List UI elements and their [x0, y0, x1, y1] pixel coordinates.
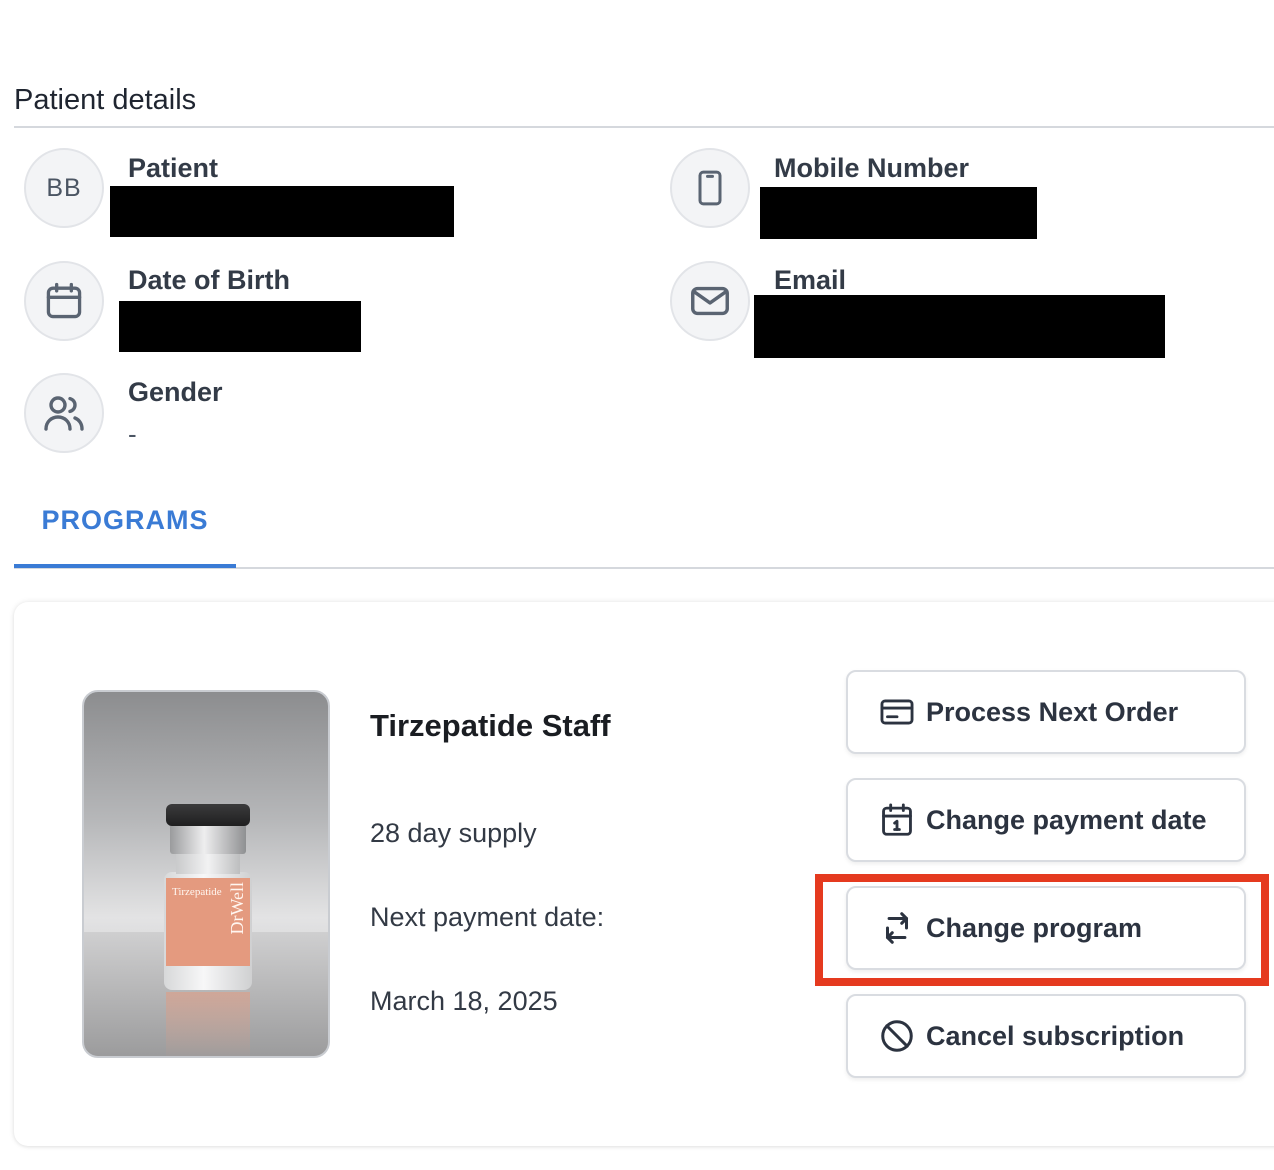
avatar-initials: BB: [46, 173, 82, 202]
patient-label: Patient: [128, 153, 219, 183]
process-next-order-button[interactable]: Process Next Order: [846, 670, 1246, 754]
change-program-highlight: [815, 874, 1269, 986]
change-payment-date-button[interactable]: Change payment date: [846, 778, 1246, 862]
mobile-label: Mobile Number: [774, 153, 970, 183]
vial-label-title: Tirzepatide: [172, 886, 222, 898]
dob-label: Date of Birth: [128, 265, 290, 295]
process-next-order-label: Process Next Order: [926, 696, 1179, 727]
avatar: BB: [24, 148, 104, 228]
next-payment-label: Next payment date:: [370, 902, 605, 932]
redacted-mobile: [760, 187, 1037, 239]
cancel-subscription-label: Cancel subscription: [926, 1020, 1185, 1051]
program-supply: 28 day supply: [370, 818, 537, 848]
next-payment-date: March 18, 2025: [370, 986, 558, 1016]
redacted-patient-name: [110, 186, 454, 237]
program-name: Tirzepatide Staff: [370, 708, 611, 743]
phone-icon: [670, 148, 750, 228]
users-icon: [24, 373, 104, 453]
tab-programs[interactable]: PROGRAMS: [14, 495, 236, 567]
credit-card-icon: [878, 693, 916, 731]
tab-active-indicator: [14, 564, 236, 568]
redacted-email: [754, 295, 1165, 358]
vial-brand: DrWell: [227, 882, 247, 935]
vial-label: Tirzepatide DrWell: [166, 878, 250, 966]
gender-label: Gender: [128, 377, 223, 407]
calendar-icon: [24, 261, 104, 341]
page-title: Patient details: [14, 84, 197, 116]
product-image: Tirzepatide DrWell: [82, 690, 330, 1058]
gender-value: -: [128, 419, 137, 449]
calendar-date-icon: [878, 801, 916, 839]
mail-icon: [670, 261, 750, 341]
title-divider: [14, 126, 1274, 128]
change-payment-date-label: Change payment date: [926, 804, 1207, 835]
redacted-dob: [119, 301, 361, 352]
tab-programs-label: PROGRAMS: [41, 505, 209, 535]
ban-icon: [878, 1017, 916, 1055]
email-label: Email: [774, 265, 847, 295]
cancel-subscription-button[interactable]: Cancel subscription: [846, 994, 1246, 1078]
